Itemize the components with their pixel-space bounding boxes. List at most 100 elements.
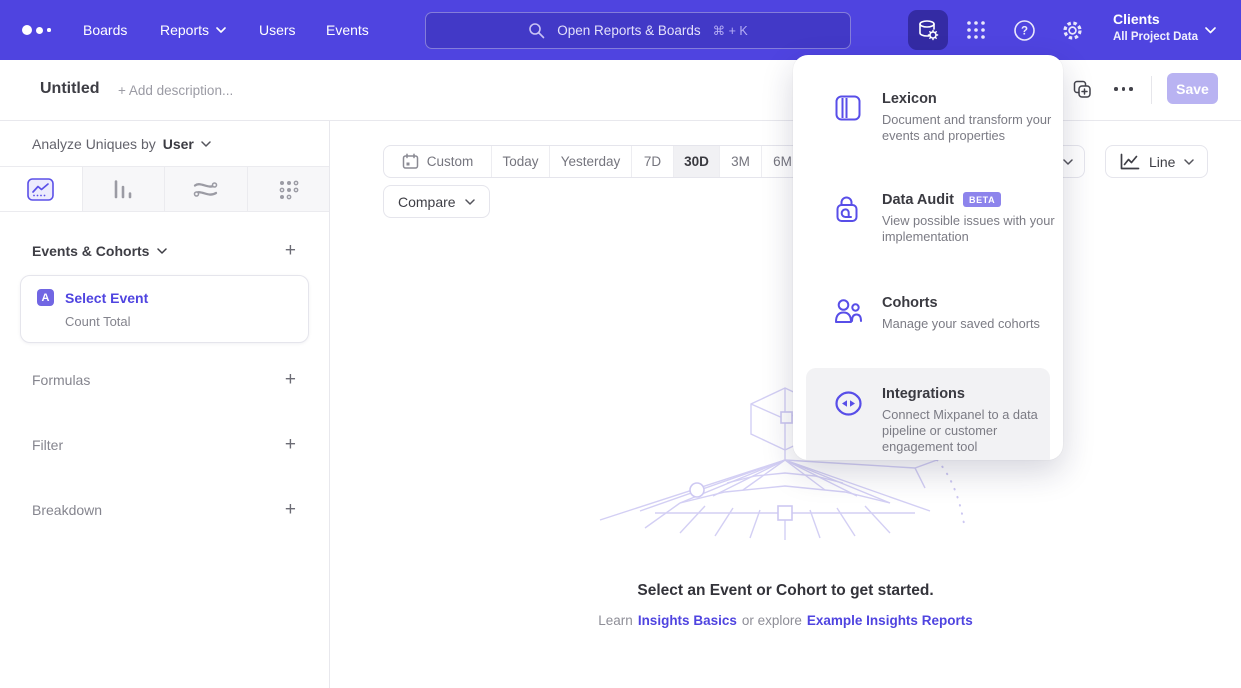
divider (1151, 76, 1152, 104)
insights-basics-link[interactable]: Insights Basics (638, 613, 737, 628)
count-total-selector[interactable]: Count Total (65, 314, 308, 329)
date-range-today[interactable]: Today (492, 146, 550, 177)
breakdown-section: Breakdown + (0, 500, 329, 519)
event-card[interactable]: A Select Event Count Total (20, 275, 309, 343)
menu-item-description: Document and transform your events and p… (882, 112, 1060, 144)
menu-item-integrations[interactable]: Integrations Connect Mixpanel to a data … (806, 368, 1050, 460)
data-management-menu: Lexicon Document and transform your even… (793, 55, 1063, 460)
apps-grid-button[interactable] (962, 16, 990, 44)
date-range-label: 30D (684, 154, 709, 169)
date-range-7d[interactable]: 7D (632, 146, 674, 177)
menu-item-title: Cohorts (882, 295, 938, 311)
chevron-down-icon (216, 27, 226, 33)
more-options-button[interactable] (1114, 87, 1133, 91)
chart-type-selector[interactable]: Line (1105, 145, 1208, 178)
duplicate-icon (1072, 79, 1092, 99)
menu-item-cohorts[interactable]: Cohorts Manage your saved cohorts (806, 285, 1050, 344)
nav-item-boards[interactable]: Boards (83, 0, 127, 60)
menu-item-title: Data Audit (882, 192, 954, 208)
chart-type-tabs (0, 167, 329, 212)
analyze-by-selector[interactable]: User (163, 136, 211, 152)
nav-item-reports[interactable]: Reports (160, 0, 226, 60)
project-scope: All Project Data (1113, 31, 1198, 43)
chevron-down-icon (157, 248, 167, 254)
date-range-label: 3M (731, 154, 750, 169)
compare-button[interactable]: Compare (383, 185, 490, 218)
menu-item-description: Connect Mixpanel to a data pipeline or c… (882, 407, 1060, 455)
breakdown-label: Breakdown (32, 502, 102, 518)
integrations-sync-icon (833, 388, 864, 419)
tab-flows[interactable] (164, 167, 247, 211)
gear-icon (1061, 19, 1084, 42)
example-reports-link[interactable]: Example Insights Reports (807, 613, 973, 628)
tab-insights-line[interactable] (0, 167, 82, 211)
select-event-label[interactable]: Select Event (65, 290, 148, 306)
date-range-label: 6M (773, 154, 792, 169)
date-range-yesterday[interactable]: Yesterday (550, 146, 632, 177)
chevron-down-icon (1184, 159, 1194, 165)
top-nav: Boards Reports Users Events Open Reports… (0, 0, 1241, 60)
duplicate-report-button[interactable] (1072, 79, 1094, 101)
date-range-3m[interactable]: 3M (720, 146, 762, 177)
project-name: Clients (1113, 11, 1198, 27)
search-placeholder: Open Reports & Boards (557, 23, 700, 38)
learn-prefix: Learn (598, 613, 633, 628)
retention-tab-icon (278, 179, 299, 200)
date-range-label: 7D (644, 154, 661, 169)
save-button[interactable]: Save (1167, 73, 1218, 104)
menu-item-description: Manage your saved cohorts (882, 316, 1060, 332)
menu-item-data-audit[interactable]: Data Audit BETA View possible issues wit… (806, 182, 1050, 257)
add-filter-button[interactable]: + (285, 435, 296, 454)
svg-text:?: ? (1020, 25, 1027, 37)
add-breakdown-button[interactable]: + (285, 500, 296, 519)
tab-retention[interactable] (247, 167, 330, 211)
database-gear-icon (916, 18, 940, 42)
menu-item-lexicon[interactable]: Lexicon Document and transform your even… (806, 81, 1050, 156)
tab-bar-chart[interactable] (82, 167, 165, 211)
data-management-button[interactable] (908, 10, 948, 50)
analyze-value: User (163, 136, 194, 152)
add-description-field[interactable]: + Add description... (118, 83, 233, 98)
filter-label: Filter (32, 437, 63, 453)
compare-label: Compare (398, 194, 456, 210)
search-icon (528, 22, 545, 39)
nav-item-events[interactable]: Events (326, 0, 369, 60)
filter-section: Filter + (0, 435, 329, 454)
nav-item-label: Reports (160, 22, 209, 38)
events-cohorts-toggle[interactable]: Events & Cohorts (32, 243, 167, 259)
lexicon-book-icon (833, 93, 863, 123)
apps-grid-icon (965, 19, 987, 41)
connector-text: or explore (742, 613, 802, 628)
mixpanel-app: Boards Reports Users Events Open Reports… (0, 0, 1241, 688)
nav-item-users[interactable]: Users (259, 0, 296, 60)
add-event-button[interactable]: + (285, 241, 296, 260)
add-formula-button[interactable]: + (285, 370, 296, 389)
chevron-down-icon (1205, 27, 1216, 34)
analyze-label: Analyze Uniques by (32, 136, 156, 152)
date-range-30d[interactable]: 30D (674, 146, 720, 177)
date-range-label: Today (502, 154, 538, 169)
empty-state-title: Select an Event or Cohort to get started… (330, 582, 1241, 600)
date-range-label: Yesterday (561, 154, 621, 169)
chevron-down-icon (1063, 159, 1073, 165)
chevron-down-icon (201, 141, 211, 147)
nav-item-label: Boards (83, 22, 127, 38)
chevron-down-icon (465, 199, 475, 205)
formulas-label: Formulas (32, 372, 90, 388)
formulas-section: Formulas + (0, 370, 329, 389)
analyze-row: Analyze Uniques by User (0, 121, 329, 167)
global-search-input[interactable]: Open Reports & Boards ⌘ + K (425, 12, 851, 49)
help-button[interactable]: ? (1010, 16, 1038, 44)
events-cohorts-label: Events & Cohorts (32, 243, 149, 259)
settings-button[interactable] (1058, 16, 1086, 44)
project-selector[interactable]: Clients All Project Data (1113, 11, 1198, 43)
search-shortcut: ⌘ + K (713, 23, 748, 38)
nav-item-label: Events (326, 22, 369, 38)
report-title[interactable]: Untitled (40, 80, 100, 98)
nav-item-label: Users (259, 22, 296, 38)
line-chart-icon (1119, 153, 1140, 171)
flows-tab-icon (193, 180, 218, 199)
mixpanel-logo[interactable] (22, 25, 51, 35)
menu-item-description: View possible issues with your implement… (882, 213, 1060, 245)
date-range-custom[interactable]: Custom (384, 146, 492, 177)
